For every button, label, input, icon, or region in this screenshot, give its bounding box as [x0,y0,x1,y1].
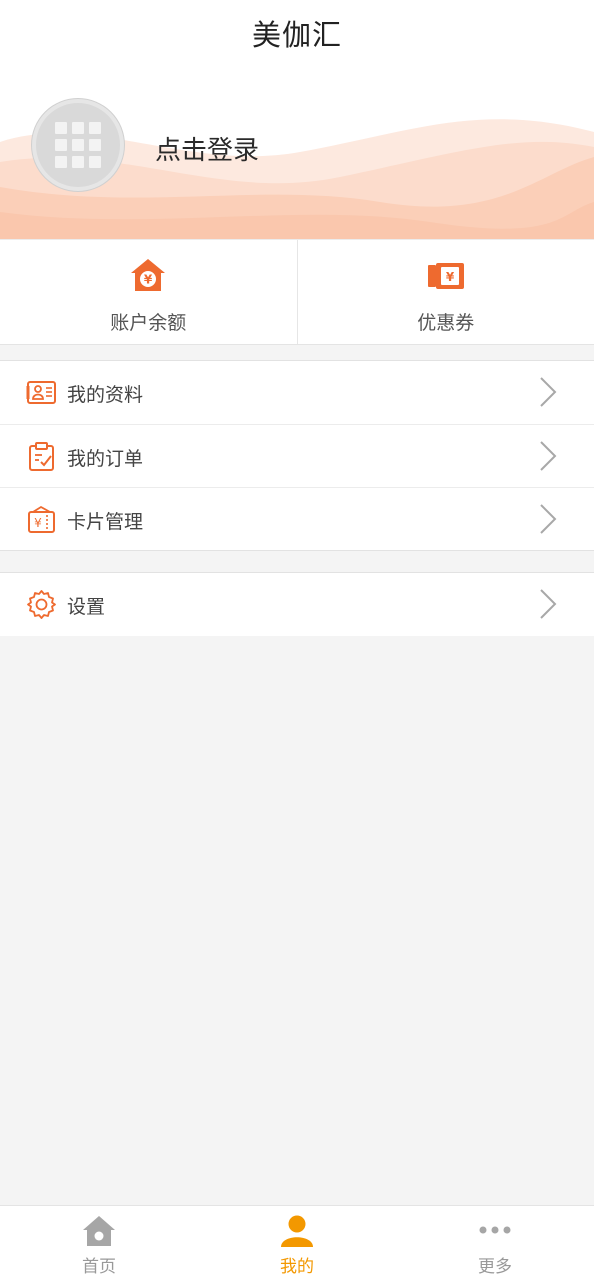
menu-list: 我的资料 我的订单 ¥ 卡片管理 [0,360,594,551]
tab-home[interactable]: 首页 [0,1206,198,1280]
gear-icon [27,590,56,619]
page-title: 美伽汇 [251,18,342,52]
profile-header[interactable]: 点击登录 [0,62,594,239]
chevron-right-icon [540,441,557,471]
clipboard-check-icon [29,442,54,471]
coupon-label: 优惠券 [417,312,475,334]
title-bar: 美伽汇 [0,0,594,62]
menu-item-settings[interactable]: 设置 [0,573,594,636]
quick-actions: ¥ 账户余额 ¥ 优惠券 [0,239,594,345]
card-yen-icon: ¥ [28,505,55,533]
chevron-right-icon [540,377,557,407]
login-link[interactable]: 点击登录 [155,130,259,167]
account-balance-button[interactable]: ¥ 账户余额 [0,240,297,344]
menu-item-my-orders[interactable]: 我的订单 [0,424,594,487]
menu-item-card-management[interactable]: ¥ 卡片管理 [0,487,594,550]
coupon-yen-icon: ¥ [427,263,464,289]
avatar-placeholder-icon [55,122,101,168]
id-card-icon [26,381,56,404]
svg-text:¥: ¥ [144,273,153,287]
menu-item-label: 卡片管理 [67,511,144,533]
bottom-tab-bar: 首页 我的 更多 [0,1205,594,1280]
more-dots-icon [479,1226,511,1234]
chevron-right-icon [540,504,557,534]
svg-text:¥: ¥ [34,516,42,530]
tab-more[interactable]: 更多 [396,1206,594,1280]
tab-label: 首页 [82,1257,116,1277]
tab-label: 更多 [478,1257,512,1277]
coupon-button[interactable]: ¥ 优惠券 [296,240,594,344]
tab-label: 我的 [280,1257,314,1277]
home-icon [83,1216,115,1246]
menu-item-label: 我的订单 [67,448,144,470]
menu-item-my-profile[interactable]: 我的资料 [0,361,594,424]
chevron-right-icon [540,589,557,619]
svg-text:¥: ¥ [446,270,455,284]
settings-list: 设置 [0,572,594,636]
menu-item-label: 我的资料 [67,384,144,406]
user-icon [281,1215,313,1247]
avatar[interactable] [32,99,124,191]
wallet-house-yen-icon: ¥ [131,259,166,291]
tab-mine[interactable]: 我的 [198,1206,396,1280]
account-balance-label: 账户余额 [110,312,187,334]
settings-label: 设置 [67,596,106,618]
